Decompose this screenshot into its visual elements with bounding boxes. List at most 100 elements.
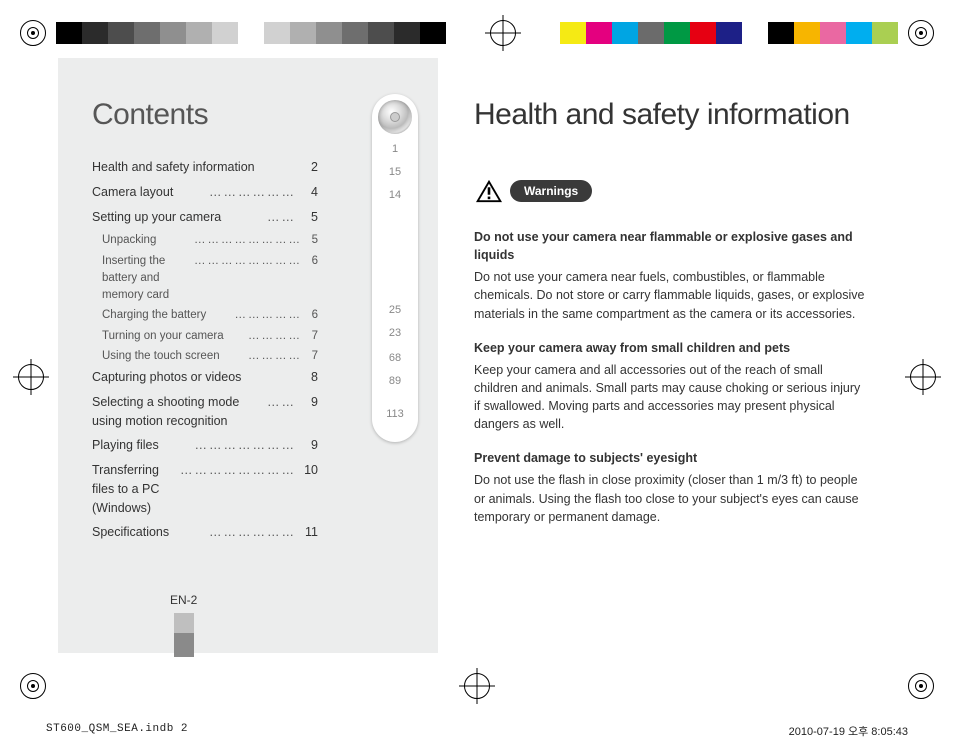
toc-entry: Camera layout………………4: [92, 183, 318, 202]
toc-entry-page: 6: [304, 307, 318, 324]
toc-entry: Capturing photos or videos8: [92, 368, 318, 387]
toc-entry-label: Capturing photos or videos: [92, 368, 298, 387]
toc-entry-page: 5: [298, 208, 318, 227]
toc-leader-dots: ……………………: [178, 461, 298, 517]
swatch: [160, 22, 186, 44]
toc-leader-dots: …………: [246, 328, 304, 345]
registration-crosshair-icon: [910, 364, 936, 390]
warnings-label: Warnings: [510, 180, 592, 202]
color-swatches: [560, 22, 898, 44]
swatch: [560, 22, 586, 44]
toc-entry: Selecting a shooting mode using motion r…: [92, 393, 318, 431]
swatch: [368, 22, 394, 44]
warning-paragraph: Do not use your camera near fuels, combu…: [474, 268, 866, 322]
toc-entry-label: Setting up your camera: [92, 208, 265, 227]
registration-mid-right: [910, 364, 936, 390]
toc-entry-page: 9: [298, 436, 318, 455]
disc-reference-number: 15: [389, 167, 401, 178]
toc-entry-page: 2: [298, 158, 318, 177]
registration-row-bottom: [0, 671, 954, 701]
toc-entry-page: 10: [298, 461, 318, 517]
swatch: [872, 22, 898, 44]
registration-row-top: [0, 18, 954, 48]
swatch: [342, 22, 368, 44]
toc-sub-list: Unpacking……………………5Inserting the battery …: [92, 232, 318, 365]
page-tab-icon: [174, 613, 194, 657]
disc-icon: [378, 100, 412, 134]
toc-entry: Setting up your camera……5: [92, 208, 318, 227]
swatch: [794, 22, 820, 44]
table-of-contents: Health and safety information2 Camera lay…: [92, 158, 318, 542]
swatch: [768, 22, 794, 44]
toc-entry-label: Inserting the battery and memory card: [102, 253, 192, 305]
toc-leader-dots: ………………: [207, 183, 298, 202]
toc-entry: Transferring files to a PC (Windows)……………: [92, 461, 318, 517]
toc-entry-label: Specifications: [92, 523, 207, 542]
toc-entry-label: Charging the battery: [102, 307, 233, 324]
toc-entry-label: Turning on your camera: [102, 328, 246, 345]
toc-entry: Specifications………………11: [92, 523, 318, 542]
registration-bullseye-icon: [908, 20, 934, 46]
warning-paragraph: Keep your camera and all accessories out…: [474, 361, 866, 434]
swatch: [56, 22, 82, 44]
warning-heading: Do not use your camera near flammable or…: [474, 228, 866, 264]
swatch: [742, 22, 768, 44]
disc-reference-number: 14: [389, 190, 401, 201]
toc-leader-dots: ……: [265, 208, 298, 227]
toc-sub-entry: Inserting the battery and memory card…………: [102, 253, 318, 305]
imposition-footer: ST600_QSM_SEA.indb 2 2010-07-19 오후 8:05:…: [46, 723, 908, 739]
disc-page-reference-column: 1151425236889113: [372, 94, 418, 442]
page-number-label: EN-2: [170, 593, 197, 607]
disc-reference-number: 23: [389, 328, 401, 339]
swatch: [238, 22, 264, 44]
toc-entry-label: Health and safety information: [92, 158, 298, 177]
toc-entry-page: 5: [304, 232, 318, 249]
disc-reference-number: 68: [389, 353, 401, 364]
disc-reference-number: 1: [392, 144, 398, 155]
toc-entry: Health and safety information2: [92, 158, 318, 177]
warning-triangle-icon: [474, 178, 504, 204]
toc-entry-page: 11: [298, 523, 318, 542]
swatch: [82, 22, 108, 44]
contents-column: Contents Health and safety information2C…: [58, 58, 438, 653]
swatch: [394, 22, 420, 44]
toc-entry-page: 7: [304, 348, 318, 365]
warnings-badge: Warnings: [474, 176, 594, 206]
swatch: [420, 22, 446, 44]
grayscale-swatches: [56, 22, 446, 44]
swatch: [664, 22, 690, 44]
toc-entry-label: Transferring files to a PC (Windows): [92, 461, 178, 517]
toc-leader-dots: ……: [265, 393, 298, 431]
swatch: [316, 22, 342, 44]
warning-heading: Prevent damage to subjects' eyesight: [474, 449, 866, 467]
toc-entry-label: Selecting a shooting mode using motion r…: [92, 393, 265, 431]
page-number-marker: EN-2: [170, 593, 197, 657]
swatch: [716, 22, 742, 44]
toc-leader-dots: ……………………: [192, 232, 304, 249]
footer-filename: ST600_QSM_SEA.indb 2: [46, 723, 188, 739]
swatch: [186, 22, 212, 44]
swatch: [134, 22, 160, 44]
toc-entry-page: 9: [298, 393, 318, 431]
swatch: [108, 22, 134, 44]
disc-reference-number: 113: [386, 409, 404, 420]
registration-crosshair-icon: [490, 20, 516, 46]
section-heading: Health and safety information: [474, 98, 866, 132]
toc-entry-label: Unpacking: [102, 232, 192, 249]
toc-entry: Playing files…………………9: [92, 436, 318, 455]
warning-heading: Keep your camera away from small childre…: [474, 339, 866, 357]
toc-leader-dots: …………: [246, 348, 304, 365]
registration-crosshair-icon: [18, 364, 44, 390]
toc-entry-label: Playing files: [92, 436, 193, 455]
toc-sub-entry: Turning on your camera…………7: [102, 328, 318, 345]
toc-entry-label: Using the touch screen: [102, 348, 246, 365]
toc-leader-dots: ………………: [207, 523, 298, 542]
disc-reference-number: 25: [389, 305, 401, 316]
warning-paragraph: Do not use the flash in close proximity …: [474, 471, 866, 525]
toc-entry-page: 7: [304, 328, 318, 345]
registration-crosshair-icon: [464, 673, 490, 699]
registration-bullseye-icon: [20, 673, 46, 699]
toc-leader-dots: ……………………: [192, 253, 304, 305]
registration-bullseye-icon: [20, 20, 46, 46]
warnings-body: Do not use your camera near flammable or…: [474, 228, 866, 526]
